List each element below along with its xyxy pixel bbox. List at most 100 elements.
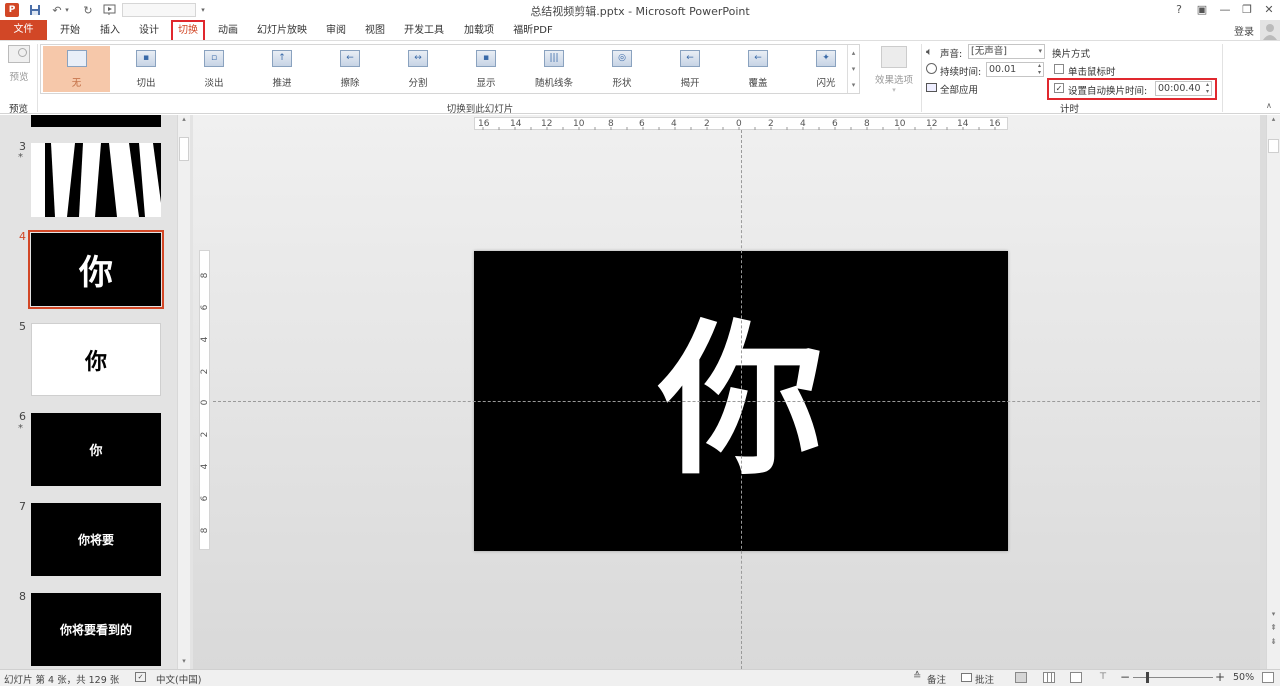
thumbnail-partial[interactable] <box>31 115 161 127</box>
tab-addins[interactable]: 加载项 <box>460 22 498 39</box>
notes-icon[interactable]: ≙ <box>913 671 921 682</box>
auto-advance-checkbox[interactable]: ✓ <box>1054 83 1064 93</box>
scroll-down-icon[interactable]: ▾ <box>178 657 190 669</box>
undo-dropdown-icon[interactable]: ▾ <box>63 2 71 18</box>
scroll-up-icon[interactable]: ▴ <box>1267 115 1280 127</box>
transition-random-bars[interactable]: ||| 随机线条 <box>523 46 585 92</box>
tab-slideshow[interactable]: 幻灯片放映 <box>254 22 310 39</box>
tab-animations[interactable]: 动画 <box>213 22 243 39</box>
tab-transitions[interactable]: 切换 <box>171 20 205 42</box>
animation-indicator-icon: * <box>18 423 23 434</box>
quick-access-box[interactable] <box>122 3 196 17</box>
transition-reveal-icon: ▪ <box>476 50 496 67</box>
minimize-icon[interactable]: — <box>1216 2 1234 18</box>
gallery-up-icon[interactable]: ▴ <box>848 45 859 61</box>
restore-icon[interactable]: ❐ <box>1238 2 1256 18</box>
normal-view-icon[interactable] <box>1015 672 1027 683</box>
apply-all-button[interactable]: 全部应用 <box>925 81 985 96</box>
transition-shape[interactable]: ◎ 形状 <box>591 46 653 92</box>
zoom-out-button[interactable]: − <box>1120 670 1130 684</box>
transition-push[interactable]: ↑ 推进 <box>251 46 313 92</box>
transition-reveal[interactable]: ▪ 显示 <box>455 46 517 92</box>
tab-insert[interactable]: 插入 <box>95 22 125 39</box>
comments-icon[interactable] <box>961 673 972 682</box>
tab-home[interactable]: 开始 <box>55 22 85 39</box>
tab-view[interactable]: 视图 <box>360 22 390 39</box>
scroll-down-icon[interactable]: ▾ <box>1267 610 1280 620</box>
preview-button[interactable]: 预览 <box>4 44 34 88</box>
sound-icon: 🔈︎ <box>926 45 933 58</box>
help-icon[interactable]: ? <box>1170 2 1188 18</box>
sound-select[interactable]: [无声音] ▾ <box>968 44 1045 59</box>
gallery-scroll[interactable]: ▴ ▾ ▾ <box>847 45 859 93</box>
previous-slide-icon[interactable]: ⇞ <box>1267 623 1280 635</box>
effect-options-label: 效果选项 <box>874 75 913 86</box>
tab-foxit-pdf[interactable]: 福昕PDF <box>510 22 556 39</box>
slide-thumbnail[interactable]: 你将要 <box>31 503 161 576</box>
zoom-slider[interactable] <box>1133 672 1213 683</box>
editor-scrollbar[interactable]: ▴ ▾ ⇞ ⇟ <box>1266 115 1280 669</box>
transition-uncover[interactable]: ← 揭开 <box>659 46 721 92</box>
transition-wipe[interactable]: ← 擦除 <box>319 46 381 92</box>
auto-advance-input[interactable]: 00:00.40 ▴ ▾ <box>1155 81 1212 96</box>
reading-view-icon[interactable] <box>1070 672 1082 683</box>
language-indicator[interactable]: 中文(中国) <box>156 672 201 686</box>
slide-number: 5 <box>19 320 26 333</box>
zoom-slider-thumb[interactable] <box>1146 672 1149 683</box>
tab-review[interactable]: 审阅 <box>321 22 351 39</box>
slideshow-icon[interactable]: ⊤ <box>1097 672 1109 683</box>
start-from-beginning-icon[interactable] <box>101 2 117 18</box>
transition-cut[interactable]: ▪ 切出 <box>115 46 177 92</box>
ruler-label: 2 <box>200 431 210 438</box>
gallery-more-icon[interactable]: ▾ <box>848 77 859 93</box>
user-avatar[interactable] <box>1260 20 1280 40</box>
slide-thumbnail-selected[interactable]: 你 <box>28 230 164 309</box>
ribbon-tabs: 文件 开始 插入 设计 切换 动画 幻灯片放映 审阅 视图 开发工具 加载项 福… <box>0 20 1280 42</box>
scroll-thumb[interactable] <box>179 137 189 161</box>
duration-spinner-icon[interactable]: ▴ ▾ <box>1038 62 1041 76</box>
redo-icon[interactable]: ↻ <box>80 2 96 18</box>
ruler-label: 4 <box>800 119 806 129</box>
gallery-down-icon[interactable]: ▾ <box>848 61 859 77</box>
slide-sorter-icon[interactable] <box>1043 672 1055 683</box>
transition-fade[interactable]: ▫ 淡出 <box>183 46 245 92</box>
tab-file[interactable]: 文件 <box>0 20 47 40</box>
slide-thumbnail[interactable]: 你将要看到的 <box>31 593 161 666</box>
customize-qat-icon[interactable]: ▾ <box>198 2 208 18</box>
sound-dropdown-icon[interactable]: ▾ <box>1038 45 1042 58</box>
sign-in-link[interactable]: 登录 <box>1234 23 1254 38</box>
powerpoint-logo-icon[interactable]: P <box>5 3 19 17</box>
ruler-label: 6 <box>200 304 210 311</box>
close-icon[interactable]: ✕ <box>1260 2 1278 18</box>
notes-button[interactable]: 备注 <box>927 672 946 686</box>
tab-design[interactable]: 设计 <box>134 22 164 39</box>
preview-button-label: 预览 <box>9 72 29 83</box>
transition-cover[interactable]: ← 覆盖 <box>727 46 789 92</box>
next-slide-icon[interactable]: ⇟ <box>1267 637 1280 649</box>
effect-options-button[interactable]: 效果选项 ▾ <box>870 44 918 100</box>
duration-input[interactable]: 00.01 ▴ ▾ <box>986 62 1044 77</box>
slide-thumbnail[interactable]: 你 <box>31 323 161 396</box>
zoom-in-button[interactable]: + <box>1215 670 1225 684</box>
save-icon[interactable] <box>27 2 43 18</box>
slide-thumbnail[interactable] <box>31 143 161 217</box>
group-label-transitions: 切换到此幻灯片 <box>446 104 514 115</box>
comments-button[interactable]: 批注 <box>975 672 994 686</box>
ribbon-display-options-icon[interactable]: ▣ <box>1193 2 1211 18</box>
thumbnail-scrollbar[interactable]: ▴ ▾ <box>177 115 190 669</box>
on-click-checkbox[interactable] <box>1054 64 1064 74</box>
scroll-up-icon[interactable]: ▴ <box>178 115 190 127</box>
vertical-guide[interactable] <box>741 130 742 669</box>
fit-to-window-icon[interactable] <box>1262 672 1274 683</box>
scroll-thumb[interactable] <box>1268 139 1279 153</box>
auto-advance-spinner-icon[interactable]: ▴ ▾ <box>1206 81 1209 95</box>
collapse-ribbon-icon[interactable]: ∧ <box>1266 101 1272 110</box>
transition-split[interactable]: ↔ 分割 <box>387 46 449 92</box>
slide-thumbnail[interactable]: 你 <box>31 413 161 486</box>
spelling-icon[interactable]: ✓ <box>135 672 146 682</box>
zoom-level[interactable]: 50% <box>1233 672 1254 683</box>
horizontal-guide[interactable] <box>213 401 1260 402</box>
tab-developer[interactable]: 开发工具 <box>401 22 447 39</box>
transition-random-bars-icon: ||| <box>544 50 564 67</box>
transition-none[interactable]: 无 <box>43 46 110 92</box>
